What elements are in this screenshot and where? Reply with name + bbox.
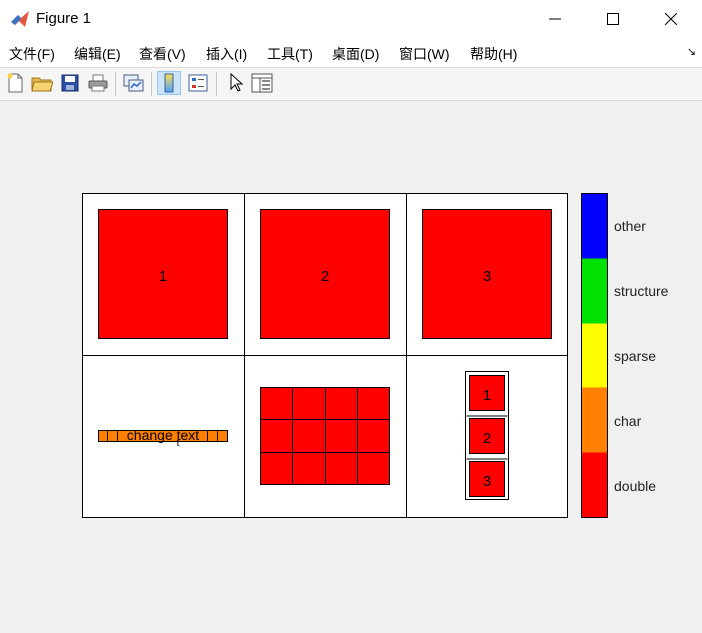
insert-legend-button[interactable] — [186, 71, 210, 95]
toolbar-separator — [216, 72, 217, 96]
colorbar-label-double: double — [614, 478, 656, 494]
property-inspector-button[interactable] — [250, 71, 274, 95]
toolbar — [0, 68, 702, 101]
toolbar-separator — [115, 72, 116, 96]
colorbar-label-structure: structure — [614, 283, 669, 299]
open-folder-icon — [31, 77, 53, 92]
maximize-button[interactable] — [584, 0, 642, 38]
char-bar-text: change text — [127, 427, 199, 443]
colorbar[interactable] — [581, 193, 608, 518]
cell-3-label: 3 — [483, 268, 491, 285]
link-plot-button[interactable] — [122, 71, 146, 95]
menu-window[interactable]: 窗口(W) — [399, 44, 450, 64]
close-icon — [665, 13, 677, 25]
menu-view[interactable]: 查看(V) — [139, 44, 186, 64]
menu-file[interactable]: 文件(F) — [9, 44, 55, 64]
colorbar-segment-double — [581, 452, 608, 518]
colorbar-icon — [164, 73, 174, 93]
colorbar-segment-structure — [581, 258, 608, 324]
colorbar-segment-char — [581, 387, 608, 453]
pointer-icon — [230, 73, 244, 92]
save-icon — [61, 74, 79, 92]
cell-array-item-3-label: 3 — [483, 473, 491, 490]
property-inspector-icon — [251, 73, 273, 93]
colorbar-label-char: char — [614, 413, 642, 429]
menu-tools[interactable]: 工具(T) — [267, 44, 313, 64]
menu-edit[interactable]: 编辑(E) — [74, 44, 121, 64]
new-file-icon — [7, 73, 23, 93]
colorbar-label-other: other — [614, 218, 646, 234]
cell-array-separator — [466, 458, 508, 460]
menu-desktop[interactable]: 桌面(D) — [332, 44, 379, 64]
minimize-icon — [549, 18, 561, 20]
matrix-grid[interactable] — [260, 387, 390, 485]
cell-1-label: 1 — [159, 268, 167, 285]
menu-overflow-arrow-icon[interactable]: ↘ — [687, 45, 696, 58]
cell-array-item-1-label: 1 — [483, 387, 491, 404]
save-button[interactable] — [58, 71, 82, 95]
figure-graphics: 1 2 3 change text t 1 2 3 other structur… — [82, 193, 669, 518]
menu-help[interactable]: 帮助(H) — [470, 44, 517, 64]
colorbar-segment-sparse — [581, 323, 608, 388]
open-file-button[interactable] — [30, 71, 54, 95]
menu-insert[interactable]: 插入(I) — [206, 44, 247, 64]
menu-bar: 文件(F) 编辑(E) 查看(V) 插入(I) 工具(T) 桌面(D) 窗口(W… — [0, 38, 702, 68]
cell-array-item-2-label: 2 — [483, 430, 491, 447]
colorbar-segment-other — [581, 193, 608, 259]
maximize-icon — [607, 13, 619, 25]
minimize-button[interactable] — [526, 0, 584, 38]
title-bar: Figure 1 — [0, 0, 702, 38]
figure-canvas[interactable]: 1 2 3 change text t 1 2 3 other structur… — [0, 101, 702, 628]
edit-plot-button[interactable] — [224, 71, 248, 95]
new-figure-button[interactable] — [3, 71, 27, 95]
legend-icon — [188, 74, 208, 92]
colorbar-label-sparse: sparse — [614, 348, 656, 364]
print-button[interactable] — [86, 71, 110, 95]
insert-colorbar-button[interactable] — [157, 71, 181, 95]
window-title: Figure 1 — [36, 10, 92, 27]
print-icon — [88, 74, 108, 92]
text-cursor: t — [177, 438, 180, 449]
matlab-logo-icon — [11, 11, 29, 27]
close-button[interactable] — [642, 0, 700, 38]
toolbar-separator — [151, 72, 152, 96]
link-plot-icon — [123, 74, 144, 92]
cell-2-label: 2 — [321, 268, 329, 285]
cell-array-separator — [466, 415, 508, 417]
